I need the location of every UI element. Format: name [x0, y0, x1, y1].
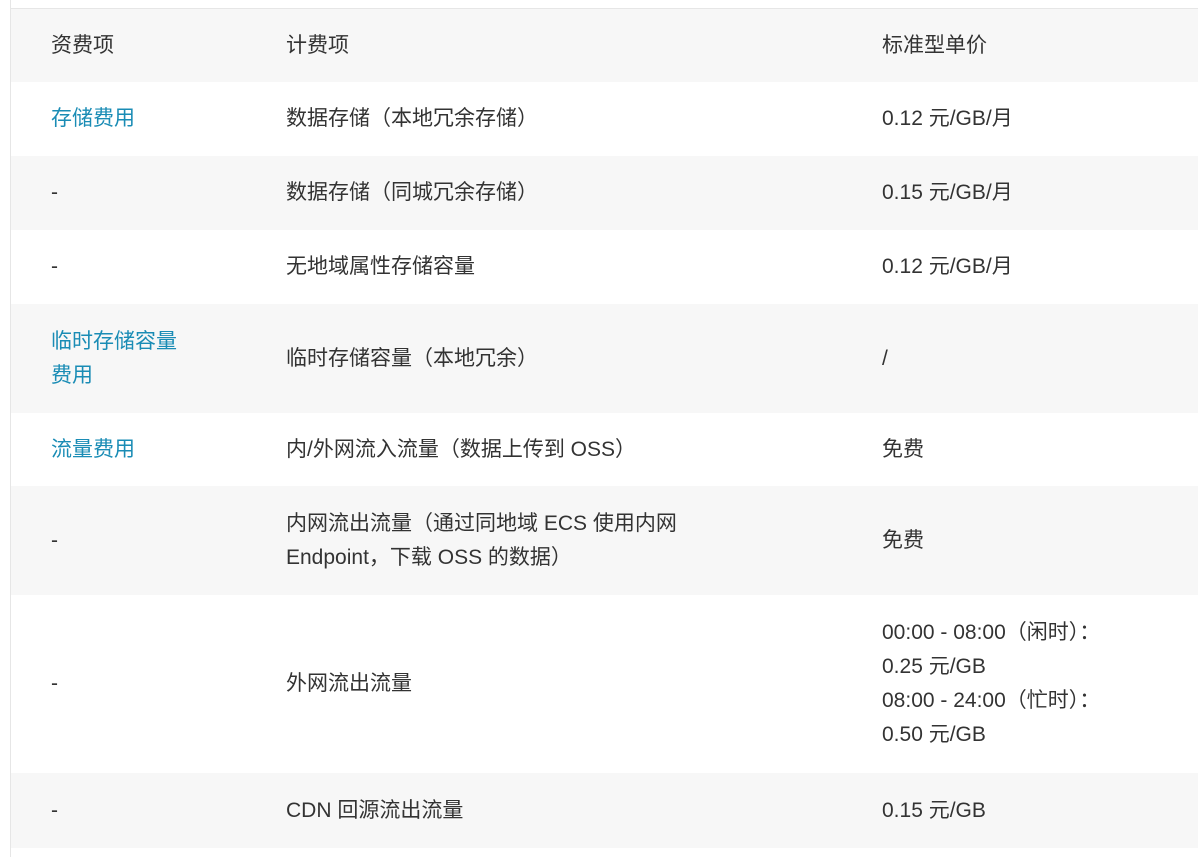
table-row: - 内网流出流量（通过同地域 ECS 使用内网 Endpoint，下载 OSS … — [11, 486, 1198, 595]
fee-category-link[interactable]: 存储费用 — [11, 82, 246, 156]
billing-item-cell: 数据存储（本地冗余存储） — [286, 107, 538, 130]
fee-category-cell: - — [51, 672, 58, 695]
table-row: - CDN 回源流出流量 0.15 元/GB — [11, 773, 1198, 848]
billing-item-cell: 内网流出流量（通过同地域 ECS 使用内网 Endpoint，下载 OSS 的数… — [246, 486, 842, 595]
price-cell: 0.15 元/GB/月 — [882, 181, 1013, 204]
price-cell: 0.12 元/GB/月 — [882, 255, 1013, 278]
price-line: 0.50 元/GB — [882, 723, 986, 746]
table-row: 存储费用 数据存储（本地冗余存储） 0.12 元/GB/月 — [11, 82, 1198, 156]
fee-category-cell: - — [51, 181, 58, 204]
price-line: 00:00 - 08:00（闲时）： — [882, 621, 1101, 644]
table-row: - 数据存储（同城冗余存储） 0.15 元/GB/月 — [11, 156, 1198, 230]
billing-item-cell: 数据存储（同城冗余存储） — [286, 181, 538, 204]
billing-item-cell: 内/外网流入流量（数据上传到 OSS） — [286, 437, 637, 461]
fee-category-link-text[interactable]: 临时存储容量 — [51, 330, 177, 353]
table-row: 临时存储容量 费用 临时存储容量（本地冗余） / — [11, 304, 1198, 413]
fee-category-link-text[interactable]: 流量费用 — [51, 438, 135, 461]
price-cell: 00:00 - 08:00（闲时）： 0.25 元/GB 08:00 - 24:… — [842, 595, 1198, 773]
billing-item-cell: 外网流出流量 — [286, 672, 412, 695]
billing-item-cell: 无地域属性存储容量 — [286, 255, 475, 278]
fee-category-link[interactable]: 流量费用 — [11, 413, 246, 486]
table-header-row: 资费项 计费项 标准型单价 — [11, 9, 1198, 82]
header-standard-unit-price: 标准型单价 — [882, 33, 987, 57]
price-line: 08:00 - 24:00（忙时）： — [882, 689, 1101, 712]
table-row: - 无地域属性存储容量 0.12 元/GB/月 — [11, 230, 1198, 304]
header-fee-category: 资费项 — [51, 33, 114, 57]
fee-category-cell: - — [51, 798, 58, 822]
billing-item-cell: 临时存储容量（本地冗余） — [286, 346, 538, 370]
billing-item-cell: CDN 回源流出流量 — [286, 798, 464, 822]
table-row: 流量费用 内/外网流入流量（数据上传到 OSS） 免费 — [11, 413, 1198, 486]
pricing-table: 资费项 计费项 标准型单价 存储费用 数据存储（本地冗余存储） 0.12 元/G… — [11, 9, 1198, 848]
price-cell: 免费 — [882, 437, 924, 461]
fee-category-cell: - — [51, 528, 58, 552]
price-cell: 0.12 元/GB/月 — [882, 107, 1013, 130]
fee-category-link[interactable]: 临时存储容量 费用 — [11, 304, 246, 413]
billing-item-line: Endpoint，下载 OSS 的数据） — [286, 545, 572, 569]
header-billing-item: 计费项 — [286, 33, 349, 57]
price-line: 0.25 元/GB — [882, 655, 986, 678]
fee-category-link-text[interactable]: 费用 — [51, 364, 93, 387]
fee-category-link-text[interactable]: 存储费用 — [51, 107, 135, 130]
price-cell: / — [882, 346, 888, 370]
price-cell: 免费 — [882, 528, 924, 552]
price-cell: 0.15 元/GB — [882, 798, 986, 822]
fee-category-cell: - — [51, 255, 58, 278]
table-row: - 外网流出流量 00:00 - 08:00（闲时）： 0.25 元/GB 08… — [11, 595, 1198, 773]
billing-item-line: 内网流出流量（通过同地域 ECS 使用内网 — [286, 511, 677, 535]
